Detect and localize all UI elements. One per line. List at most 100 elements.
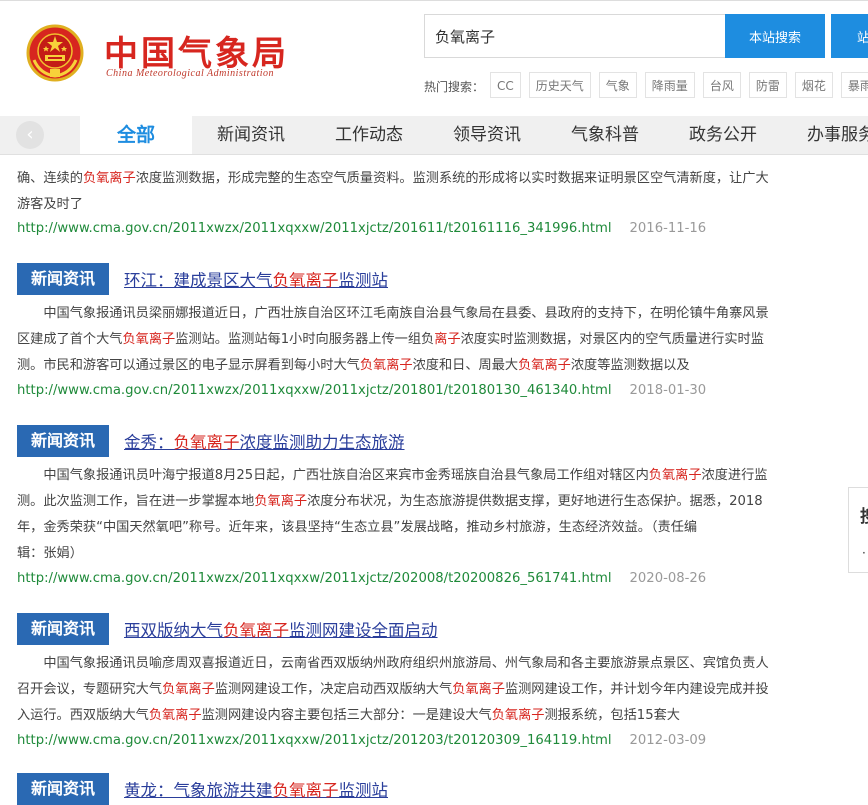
text-segment: 中国气象报通讯员叶海宁报道8月25日起，广西壮族自治区来宾市金秀瑶族自治县气象局… <box>17 468 649 483</box>
top-border <box>0 0 868 1</box>
text-segment: 测。市民和游客可以通过景区的电子显示屏看到每小时大气 <box>17 358 360 373</box>
result-date: 2018-01-30 <box>629 383 707 398</box>
result-title[interactable]: 黄龙：气象旅游共建负氧离子监测站 <box>124 777 388 801</box>
side-panel[interactable] <box>848 487 868 573</box>
text-segment: 召开会议，专题研究大气 <box>17 682 163 697</box>
hot-search-tag[interactable]: 降雨量 <box>644 72 695 98</box>
snippet-line: 游客及时了 <box>17 192 817 218</box>
snippet-line: 辑：张娟） <box>17 541 817 567</box>
result-title[interactable]: 金秀：负氧离子浓度监测助力生态旅游 <box>124 429 405 453</box>
hot-search-tag[interactable]: 防雷 <box>748 72 787 98</box>
tab-leadership[interactable]: 领导资讯 <box>453 116 521 154</box>
hot-search-tags: CC 历史天气 气象 降雨量 台风 防雷 烟花 暴雨 <box>490 72 868 98</box>
text-segment: 游客及时了 <box>17 197 83 212</box>
hot-search-tag[interactable]: 台风 <box>702 72 741 98</box>
keyword-highlight: 负氧离子 <box>122 332 176 347</box>
result-link[interactable]: http://www.cma.gov.cn/2011xwzx/2011xqxxw… <box>17 571 612 586</box>
tab-work-updates[interactable]: 工作动态 <box>335 116 403 154</box>
side-panel-title: 搜 <box>860 502 868 527</box>
text-segment: 监测网建设工作，决定启动西双版纳大气 <box>214 682 453 697</box>
tab-government[interactable]: 政务公开 <box>689 116 757 154</box>
tab-all[interactable]: 全部 <box>80 116 192 154</box>
result-snippet: 中国气象报通讯员梁丽娜报道近日，广西壮族自治区环江毛南族自治县气象局在县委、县政… <box>17 301 817 379</box>
result-title[interactable]: 西双版纳大气负氧离子监测网建设全面启动 <box>124 617 438 641</box>
text-segment: 监测网建设工作，并计划今年内建设完成并投 <box>504 682 769 697</box>
text-segment: 测。此次监测工作，旨在进一步掌握本地 <box>17 494 255 509</box>
text-segment: 入运行。西双版纳大气 <box>17 708 149 723</box>
result-snippet: 中国气象报通讯员叶海宁报道8月25日起，广西壮族自治区来宾市金秀瑶族自治县气象局… <box>17 463 817 567</box>
text-segment: 浓度和日、周最大 <box>412 358 519 373</box>
snippet-line: 召开会议，专题研究大气负氧离子监测网建设工作，决定启动西双版纳大气负氧离子监测网… <box>17 677 817 703</box>
result-link[interactable]: http://www.cma.gov.cn/2011xwzx/2011xqxxw… <box>17 221 612 236</box>
hot-search-tag[interactable]: 历史天气 <box>528 72 591 98</box>
result-link[interactable]: http://www.cma.gov.cn/2011xwzx/2011xqxxw… <box>17 733 612 748</box>
text-segment: 年，金秀荣获“中国天然氧吧”称号。近年来，该县坚持“生态立县”发展战略，推动乡村… <box>17 520 698 535</box>
text-segment: 确、连续的 <box>17 171 83 186</box>
text-segment: 中国气象报通讯员梁丽娜报道近日，广西壮族自治区环江毛南族自治县气象局在县委、县政… <box>17 306 769 321</box>
text-segment: 区建成了首个大气 <box>17 332 123 347</box>
snippet-line: 中国气象报通讯员梁丽娜报道近日，广西壮族自治区环江毛南族自治县气象局在县委、县政… <box>17 301 817 327</box>
back-arrow-icon[interactable]: ‹ <box>16 121 44 149</box>
keyword-highlight: 负氧离子 <box>223 621 289 640</box>
category-badge: 新闻资讯 <box>17 773 109 805</box>
text-segment: 监测网建设内容主要包括三大部分：一是建设大气 <box>201 708 492 723</box>
category-badge: 新闻资讯 <box>17 613 109 645</box>
keyword-highlight: 负氧离子 <box>648 468 702 483</box>
keyword-highlight: 负氧离子 <box>162 682 215 697</box>
text-segment: 环江：建成景区大气 <box>124 271 273 290</box>
text-segment: 浓度实时监测数据，对景区内的空气质量进行实时监 <box>460 332 764 347</box>
keyword-highlight: 负氧离子 <box>491 708 545 723</box>
category-badge: 新闻资讯 <box>17 263 109 295</box>
text-segment: 西双版纳大气 <box>124 621 223 640</box>
result-title[interactable]: 环江：建成景区大气负氧离子监测站 <box>124 267 388 291</box>
hot-search-tag[interactable]: 气象 <box>598 72 637 98</box>
keyword-highlight: 负氧离子 <box>173 433 240 452</box>
tab-news[interactable]: 新闻资讯 <box>217 116 285 154</box>
logo-english-title: China Meteorological Administration <box>106 68 275 79</box>
category-nav: ‹ 全部 新闻资讯 工作动态 领导资讯 气象科普 政务公开 办事服务 <box>0 116 868 155</box>
hot-search-tag[interactable]: 烟花 <box>794 72 833 98</box>
result-url[interactable]: http://www.cma.gov.cn/2011xwzx/2011xqxxw… <box>17 221 706 236</box>
hot-search-tag[interactable]: 暴雨 <box>840 72 868 98</box>
keyword-highlight: 负氧离子 <box>518 358 571 373</box>
hot-search-label: 热门搜索： <box>424 80 485 94</box>
keyword-highlight: 负氧离子 <box>359 358 413 373</box>
snippet-line: 测。市民和游客可以通过景区的电子显示屏看到每小时大气负氧离子浓度和日、周最大负氧… <box>17 353 817 379</box>
text-segment: 测报系统，包括15套大 <box>544 708 680 723</box>
text-segment: 金秀： <box>124 433 174 452</box>
keyword-highlight: 负氧离子 <box>148 708 202 723</box>
result-url[interactable]: http://www.cma.gov.cn/2011xwzx/2011xqxxw… <box>17 733 706 748</box>
text-segment: 浓度分布状况，为生态旅游提供数据支撑，更好地进行生态保护。据悉，2018 <box>307 494 763 509</box>
hot-search-tag[interactable]: CC <box>490 72 521 98</box>
result-link[interactable]: http://www.cma.gov.cn/2011xwzx/2011xqxxw… <box>17 383 612 398</box>
snippet-line: 测。此次监测工作，旨在进一步掌握本地负氧离子浓度分布状况，为生态旅游提供数据支撑… <box>17 489 817 515</box>
snippet-line: 确、连续的负氧离子浓度监测数据，形成完整的生态空气质量资料。监测系统的形成将以实… <box>17 166 817 192</box>
text-segment: 辑：张娟） <box>17 546 83 561</box>
text-segment: 监测站 <box>338 271 389 290</box>
keyword-highlight: 负氧离子 <box>254 494 308 509</box>
result-date: 2012-03-09 <box>629 733 707 748</box>
result-url[interactable]: http://www.cma.gov.cn/2011xwzx/2011xqxxw… <box>17 383 706 398</box>
result-snippet: 确、连续的负氧离子浓度监测数据，形成完整的生态空气质量资料。监测系统的形成将以实… <box>17 166 817 218</box>
all-site-search-button[interactable]: 站 <box>831 14 868 58</box>
keyword-highlight: 负氧离子 <box>272 271 339 290</box>
side-panel-dot: · <box>862 546 866 560</box>
tab-science[interactable]: 气象科普 <box>571 116 639 154</box>
text-segment: 监测网建设全面启动 <box>289 621 438 640</box>
text-segment: 监测站。监测站每1小时向服务器上传一组负 <box>175 332 435 347</box>
national-emblem-logo <box>26 24 84 82</box>
category-badge: 新闻资讯 <box>17 425 109 457</box>
search-input[interactable] <box>424 14 726 58</box>
snippet-line: 年，金秀荣获“中国天然氧吧”称号。近年来，该县坚持“生态立县”发展战略，推动乡村… <box>17 515 817 541</box>
tab-services[interactable]: 办事服务 <box>807 116 868 154</box>
text-segment: 浓度等监测数据以及 <box>570 358 690 373</box>
result-snippet: 中国气象报通讯员喻彦周双喜报道近日，云南省西双版纳州政府组织州旅游局、州气象局和… <box>17 651 817 729</box>
snippet-line: 中国气象报通讯员叶海宁报道8月25日起，广西壮族自治区来宾市金秀瑶族自治县气象局… <box>17 463 817 489</box>
keyword-highlight: 负氧离子 <box>82 171 136 186</box>
text-segment: 中国气象报通讯员喻彦周双喜报道近日，云南省西双版纳州政府组织州旅游局、州气象局和… <box>17 656 769 671</box>
result-date: 2020-08-26 <box>629 571 707 586</box>
text-segment: 浓度监测数据，形成完整的生态空气质量资料。监测系统的形成将以实时数据来证明景区空… <box>135 171 769 186</box>
text-segment: 浓度进行监 <box>701 468 768 483</box>
site-search-button[interactable]: 本站搜索 <box>725 14 825 58</box>
result-url[interactable]: http://www.cma.gov.cn/2011xwzx/2011xqxxw… <box>17 571 706 586</box>
